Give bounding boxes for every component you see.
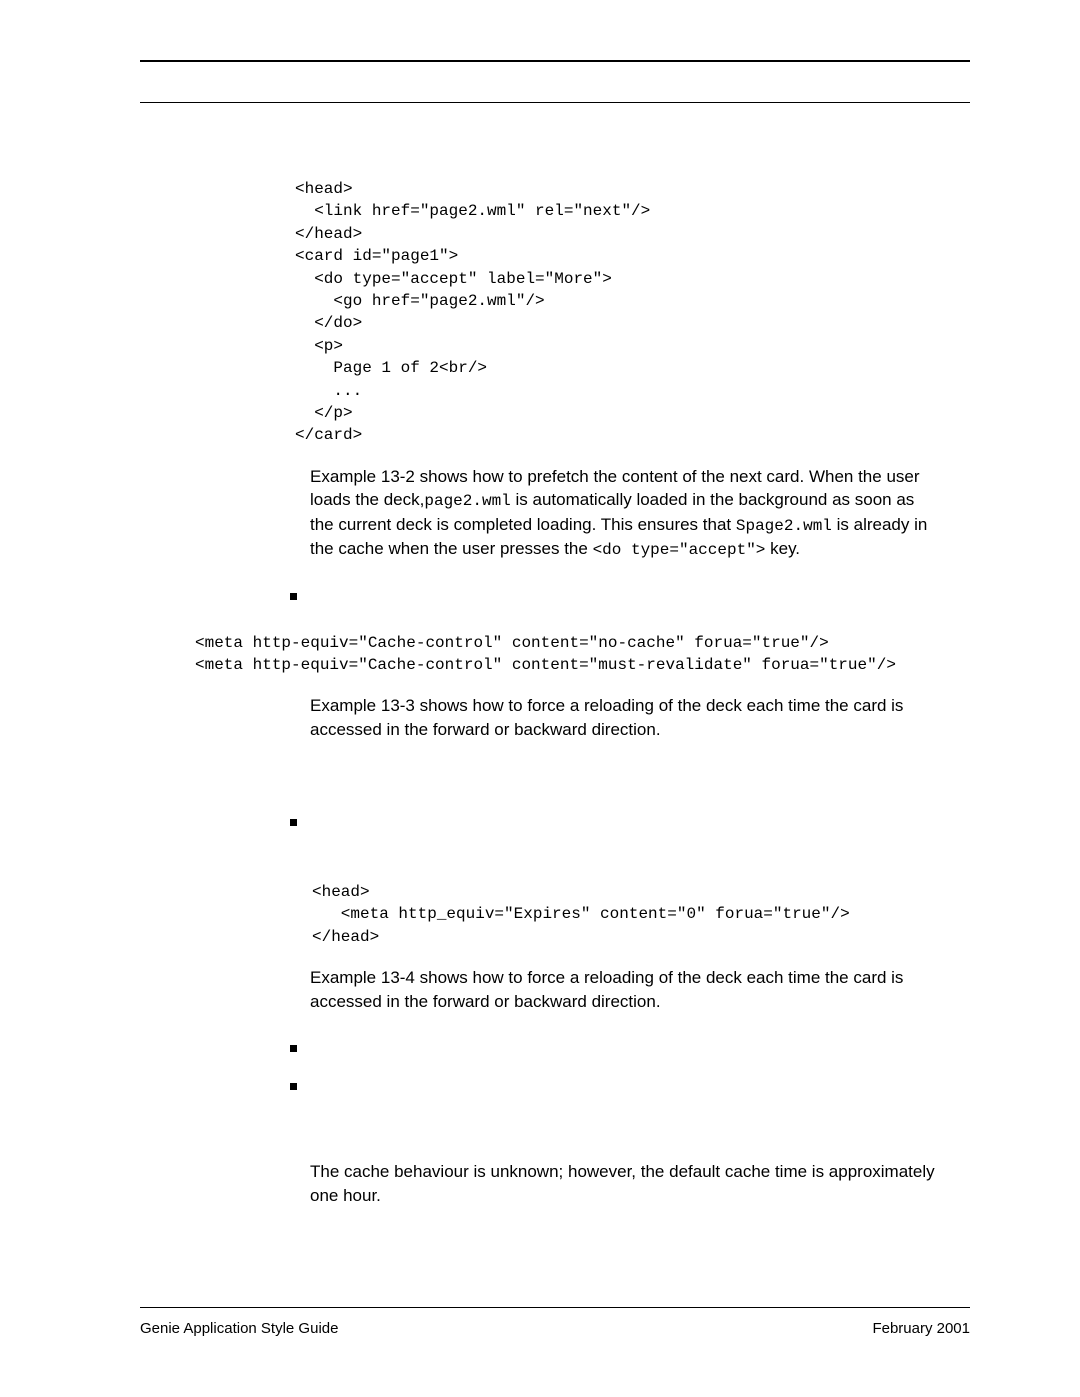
code-example-13-3: <meta http-equiv="Cache-control" content…: [195, 632, 970, 677]
inline-code: <do type="accept">: [593, 541, 766, 559]
bullet-item: [290, 1038, 970, 1052]
text-segment: key.: [765, 539, 800, 558]
sub-header-rule: [140, 102, 970, 103]
bullet-item: [290, 812, 970, 826]
bullet-item: [290, 1076, 970, 1090]
paragraph-cache-behaviour: The cache behaviour is unknown; however,…: [310, 1160, 940, 1208]
page-footer: Genie Application Style Guide February 2…: [140, 1307, 970, 1337]
square-bullet-icon: [290, 1045, 297, 1052]
square-bullet-icon: [290, 1083, 297, 1090]
square-bullet-icon: [290, 819, 297, 826]
footer-date: February 2001: [872, 1320, 970, 1337]
code-example-13-4: <head> <meta http_equiv="Expires" conten…: [312, 881, 970, 948]
square-bullet-icon: [290, 593, 297, 600]
footer-rule: [140, 1307, 970, 1308]
inline-code: page2.wml: [424, 492, 510, 510]
paragraph-example-13-2: Example 13-2 shows how to prefetch the c…: [310, 465, 940, 562]
paragraph-example-13-3: Example 13-3 shows how to force a reload…: [310, 694, 940, 742]
bullet-item: [290, 586, 970, 600]
footer-doc-title: Genie Application Style Guide: [140, 1320, 338, 1337]
inline-code: Spage2.wml: [736, 517, 832, 535]
header-rule: [140, 60, 970, 62]
paragraph-example-13-4: Example 13-4 shows how to force a reload…: [310, 966, 940, 1014]
code-example-13-2: <head> <link href="page2.wml" rel="next"…: [295, 178, 970, 447]
